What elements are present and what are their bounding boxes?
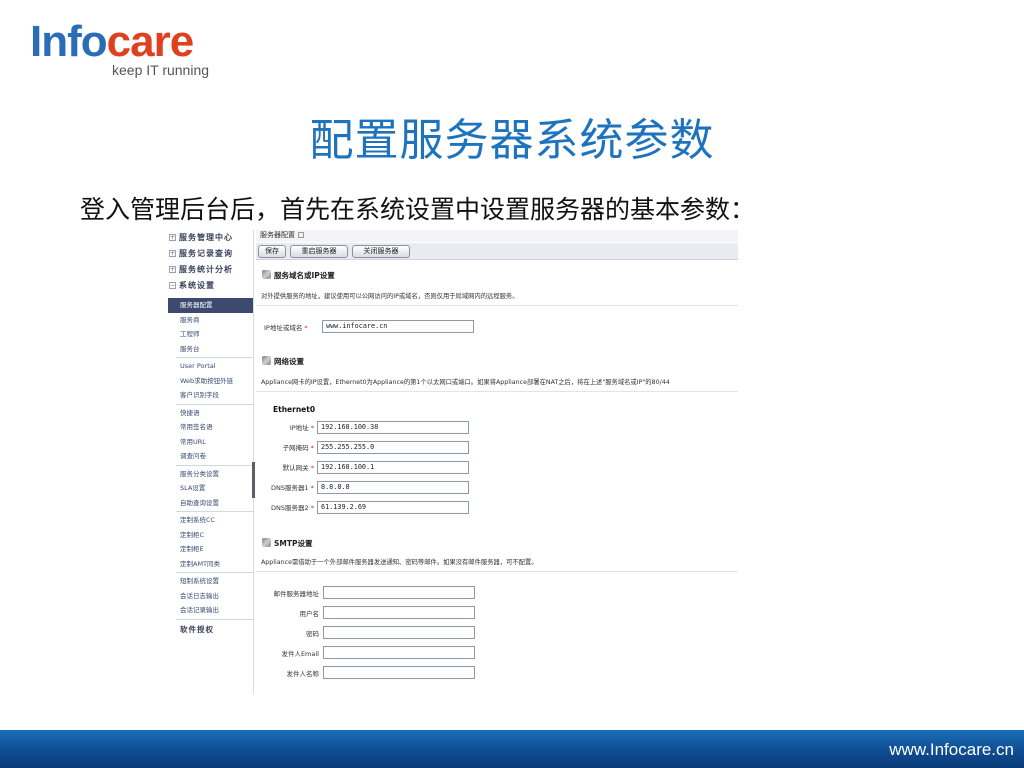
field-label-netmask: 子网掩码 *: [282, 444, 314, 452]
sidebar-item-custom-cc[interactable]: 定制系统CC: [168, 513, 253, 528]
sidebar-group-statistics[interactable]: + 服务统计分析: [168, 262, 253, 278]
smtp-password-input[interactable]: [323, 626, 475, 639]
slide-title: 配置服务器系统参数: [309, 115, 715, 166]
sidebar-divider: [176, 572, 253, 573]
field-label-password: 密码: [306, 630, 319, 638]
tools-icon: [262, 270, 271, 279]
field-label-sender-name: 发件人名称: [286, 670, 320, 678]
main-panel: 服务器配置 保存 重启服务器 关闭服务器 服务域名或IP设置 对外提供服务的地址…: [256, 230, 738, 694]
section-title-network: 网络设置: [262, 356, 304, 367]
sidebar-item-signatures[interactable]: 常用签名语: [168, 420, 253, 435]
sidebar-scrollbar[interactable]: [252, 462, 255, 498]
field-label-dns2: DNS服务器2 *: [271, 504, 314, 512]
gateway-input[interactable]: 192.168.100.1: [317, 461, 469, 474]
expand-icon[interactable]: +: [169, 234, 176, 241]
section-desc-domain: 对外提供服务的地址，建议使用可以公网访问的IP或域名，否则仅用于局域网内的远程服…: [261, 293, 519, 300]
field-label-username: 用户名: [299, 610, 320, 618]
expand-icon[interactable]: +: [169, 250, 176, 257]
field-label-dns1: DNS服务器1 *: [271, 484, 314, 492]
ethernet0-heading: Ethernet0: [273, 405, 316, 414]
sidebar-divider: [176, 403, 253, 405]
close-icon[interactable]: [298, 232, 304, 238]
sidebar-group-service-center[interactable]: + 服务管理中心: [168, 230, 253, 246]
infocare-logo: Infocare keep IT running: [30, 18, 240, 82]
section-desc-network: Appliance网卡的IP设置，Ethernet0为Appliance的第1个…: [261, 379, 670, 386]
sidebar-item-engineers[interactable]: 工程师: [168, 327, 253, 342]
sidebar-item-quick-phrases[interactable]: 快捷语: [168, 406, 253, 421]
dns1-input[interactable]: 8.8.8.8: [317, 481, 469, 494]
restart-server-button[interactable]: 重启服务器: [290, 245, 348, 258]
domain-input[interactable]: www.infocare.cn: [322, 320, 474, 333]
field-label-mail-server: 邮件服务器地址: [273, 590, 320, 598]
field-label-gateway: 默认网关 *: [282, 464, 314, 472]
field-label-ip: IP地址 *: [289, 424, 314, 432]
smtp-username-input[interactable]: [323, 606, 475, 619]
sidebar-group-service-records[interactable]: + 服务记录查询: [168, 246, 253, 262]
sidebar-item-sla[interactable]: SLA设置: [168, 481, 253, 496]
mail-server-input[interactable]: [323, 586, 475, 599]
netmask-input[interactable]: 255.255.255.0: [317, 441, 469, 454]
sidebar-item-self-service[interactable]: 自助查询设置: [168, 496, 253, 511]
sidebar-divider: [176, 511, 253, 512]
sidebar-item-custom-e[interactable]: 定制柜E: [168, 542, 253, 557]
divider: [256, 305, 738, 306]
sidebar-group-system-settings[interactable]: − 系统设置: [168, 278, 253, 294]
save-button[interactable]: 保存: [258, 245, 286, 258]
collapse-icon[interactable]: −: [169, 282, 176, 289]
sidebar-item-web-help-link[interactable]: Web求助按钮外链: [168, 374, 253, 389]
field-label-domain: IP地址或域名 *: [264, 324, 308, 332]
sidebar-item-providers[interactable]: 服务商: [168, 313, 253, 328]
sidebar-divider: [176, 618, 253, 620]
admin-screenshot: + 服务管理中心 + 服务记录查询 + 服务统计分析 − 系统设置 服务器配置 服务商 …: [168, 230, 738, 694]
dns2-input[interactable]: 61.139.2.69: [317, 501, 469, 514]
footer-bar: www.Infocare.cn: [0, 730, 1024, 768]
logo-wordmark: Infocare: [30, 17, 194, 66]
slide-subtitle: 登入管理后台后，首先在系统设置中设置服务器的基本参数：: [80, 195, 756, 224]
field-label-sender-email: 发件人Email: [281, 650, 319, 658]
sidebar-item-custom-amt[interactable]: 定制AMT同类: [168, 557, 253, 572]
sidebar-item-user-portal[interactable]: User Portal: [168, 359, 253, 374]
sidebar: + 服务管理中心 + 服务记录查询 + 服务统计分析 − 系统设置 服务器配置 服务商 …: [168, 230, 255, 694]
sidebar-item-sms-settings[interactable]: 短制系统设置: [168, 574, 253, 589]
sender-name-input[interactable]: [323, 666, 475, 679]
sidebar-item-categories[interactable]: 服务分类设置: [168, 467, 253, 482]
sidebar-item-survey[interactable]: 调查问卷: [168, 449, 253, 464]
page-tab: 服务器配置: [256, 230, 738, 242]
tools-icon: [262, 538, 271, 547]
ip-address-input[interactable]: 192.168.100.38: [317, 421, 469, 434]
footer-url[interactable]: www.Infocare.cn: [889, 740, 1014, 760]
sidebar-item-session-log[interactable]: 会话日志输出: [168, 589, 253, 604]
section-title-domain: 服务域名或IP设置: [262, 270, 335, 281]
shutdown-server-button[interactable]: 关闭服务器: [352, 245, 410, 258]
tools-icon: [262, 356, 271, 365]
sender-email-input[interactable]: [323, 646, 475, 659]
sidebar-item-session-record[interactable]: 会话记录输出: [168, 603, 253, 618]
sidebar-item-client-fields[interactable]: 客户识别字段: [168, 388, 253, 403]
divider: [256, 391, 738, 392]
sidebar-item-license[interactable]: 软件授权: [168, 621, 253, 639]
toolbar: 保存 重启服务器 关闭服务器: [256, 243, 738, 260]
sidebar-divider: [176, 464, 253, 466]
logo-tagline: keep IT running: [112, 62, 210, 78]
expand-icon[interactable]: +: [169, 266, 176, 273]
section-desc-smtp: Appliance需借助于一个外部邮件服务器发送通知、密码等邮件。如果没有邮件服…: [261, 559, 538, 566]
sidebar-item-custom-c[interactable]: 定制柜C: [168, 528, 253, 543]
divider: [256, 571, 738, 572]
sidebar-item-service-desk[interactable]: 服务台: [168, 342, 253, 357]
sidebar-divider: [176, 357, 253, 358]
sidebar-item-urls[interactable]: 常用URL: [168, 435, 253, 450]
sidebar-item-server-config[interactable]: 服务器配置: [168, 298, 253, 313]
section-title-smtp: SMTP设置: [262, 538, 312, 549]
